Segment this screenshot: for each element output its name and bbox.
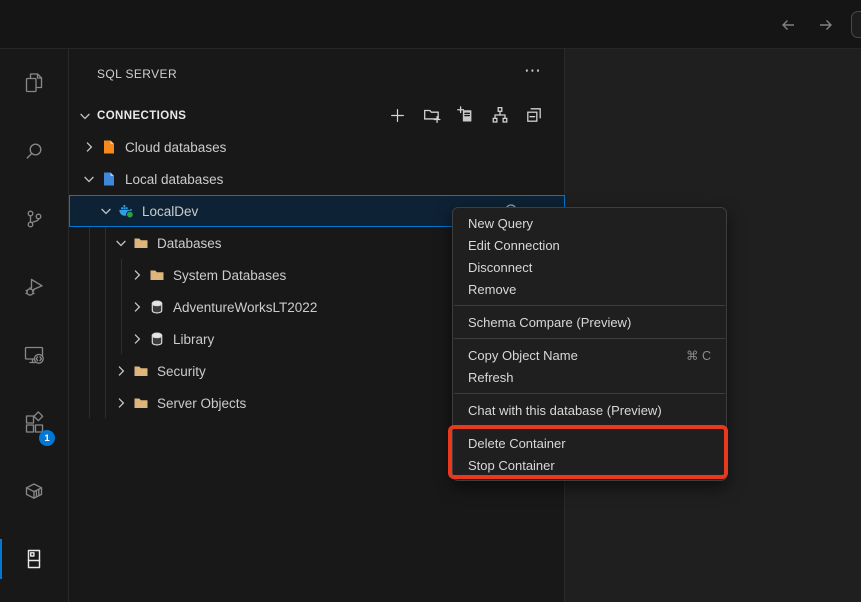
activity-item-sql-server[interactable] xyxy=(0,525,68,593)
activity-item-run-debug[interactable] xyxy=(0,253,68,321)
activity-item-explorer[interactable] xyxy=(0,49,68,117)
chevron-down-icon xyxy=(97,203,115,219)
add-connection-button[interactable] xyxy=(387,103,408,127)
menu-item-label: Delete Container xyxy=(468,436,566,451)
tree-item-label: Local databases xyxy=(125,172,223,187)
menu-item-label: Stop Container xyxy=(468,458,555,473)
activity-item-extensions[interactable]: 1 xyxy=(0,389,68,457)
chevron-down-icon xyxy=(112,235,130,251)
deploy-local-container-button[interactable] xyxy=(455,103,476,127)
tree-item-cloud-databases[interactable]: Cloud databases xyxy=(69,131,565,163)
menu-item-delete-container[interactable]: Delete Container xyxy=(456,432,723,454)
menu-item-copy-object-name[interactable]: Copy Object Name ⌘ C xyxy=(456,344,723,366)
new-folder-icon xyxy=(423,106,441,124)
explorer-icon xyxy=(22,71,46,95)
menu-item-label: Remove xyxy=(468,282,516,297)
activity-item-remote-explorer[interactable] xyxy=(0,321,68,389)
sql-server-icon xyxy=(22,547,46,571)
menu-item-label: Edit Connection xyxy=(468,238,560,253)
tree-item-label: AdventureWorksLT2022 xyxy=(173,300,317,315)
panel-title: SQL SERVER xyxy=(97,67,177,81)
new-connection-group-button[interactable] xyxy=(421,103,442,127)
menu-separator xyxy=(454,393,725,394)
menu-item-label: Chat with this database (Preview) xyxy=(468,403,662,418)
remote-explorer-icon xyxy=(22,343,46,367)
container-icon xyxy=(22,479,46,503)
menu-separator xyxy=(454,305,725,306)
connect-object-explorer-button[interactable] xyxy=(489,103,510,127)
tree-item-label: Library xyxy=(173,332,214,347)
arrow-right-icon xyxy=(816,15,836,35)
tree-item-label: LocalDev xyxy=(142,204,198,219)
menu-item-schema-compare[interactable]: Schema Compare (Preview) xyxy=(456,311,723,333)
chevron-right-icon xyxy=(128,331,146,347)
folder-icon xyxy=(133,235,150,251)
activity-item-source-control[interactable] xyxy=(0,185,68,253)
folder-icon xyxy=(149,267,166,283)
command-center-search[interactable] xyxy=(851,11,861,38)
tree-item-label: System Databases xyxy=(173,268,286,283)
folder-icon xyxy=(133,363,150,379)
context-menu: New Query Edit Connection Disconnect Rem… xyxy=(452,207,727,481)
database-icon xyxy=(149,299,166,315)
chevron-down-icon xyxy=(80,171,98,187)
chevron-right-icon xyxy=(128,267,146,283)
navigate-forward-button[interactable] xyxy=(813,12,839,38)
menu-item-new-query[interactable]: New Query xyxy=(456,212,723,234)
menu-item-shortcut: ⌘ C xyxy=(686,348,711,363)
tree-item-label: Security xyxy=(157,364,206,379)
collapse-all-icon xyxy=(525,106,543,124)
activity-item-containers[interactable] xyxy=(0,457,68,525)
menu-item-edit-connection[interactable]: Edit Connection xyxy=(456,234,723,256)
collapse-all-button[interactable] xyxy=(523,103,544,127)
chevron-right-icon xyxy=(112,363,130,379)
source-control-icon xyxy=(22,207,46,231)
tree-item-label: Server Objects xyxy=(157,396,246,411)
menu-item-label: Disconnect xyxy=(468,260,532,275)
tree-item-label: Cloud databases xyxy=(125,140,226,155)
folder-icon xyxy=(133,395,150,411)
search-icon xyxy=(22,139,46,163)
tree-item-local-databases[interactable]: Local databases xyxy=(69,163,565,195)
chevron-down-icon xyxy=(77,108,93,124)
arrow-left-icon xyxy=(778,15,798,35)
menu-item-label: Schema Compare (Preview) xyxy=(468,315,631,330)
connections-section-header[interactable]: CONNECTIONS xyxy=(69,101,564,131)
chevron-right-icon xyxy=(80,139,98,155)
menu-item-label: Refresh xyxy=(468,370,514,385)
new-server-icon xyxy=(457,106,475,124)
navigate-back-button[interactable] xyxy=(775,12,801,38)
menu-item-stop-container[interactable]: Stop Container xyxy=(456,454,723,476)
title-bar xyxy=(0,0,861,49)
connections-section-label: CONNECTIONS xyxy=(97,110,186,122)
connection-group-blue-icon xyxy=(101,171,118,187)
more-actions-icon[interactable]: ⋯ xyxy=(519,61,547,85)
menu-item-disconnect[interactable]: Disconnect xyxy=(456,256,723,278)
menu-item-label: Copy Object Name xyxy=(468,348,578,363)
connection-group-orange-icon xyxy=(101,139,118,155)
docker-container-icon xyxy=(118,203,135,219)
menu-item-label: New Query xyxy=(468,216,533,231)
activity-bar: 1 xyxy=(0,49,69,602)
menu-item-remove[interactable]: Remove xyxy=(456,278,723,300)
activity-item-search[interactable] xyxy=(0,117,68,185)
chevron-right-icon xyxy=(128,299,146,315)
tree-item-label: Databases xyxy=(157,236,222,251)
extensions-badge: 1 xyxy=(39,430,55,446)
sitemap-icon xyxy=(491,106,509,124)
menu-item-refresh[interactable]: Refresh xyxy=(456,366,723,388)
plus-icon xyxy=(389,107,406,124)
menu-item-chat-database[interactable]: Chat with this database (Preview) xyxy=(456,399,723,421)
database-icon xyxy=(149,331,166,347)
menu-separator xyxy=(454,426,725,427)
chevron-right-icon xyxy=(112,395,130,411)
menu-separator xyxy=(454,338,725,339)
vscode-window: 1 SQL SERVER ⋯ CONNECTIONS xyxy=(0,0,861,602)
debug-icon xyxy=(22,275,46,299)
